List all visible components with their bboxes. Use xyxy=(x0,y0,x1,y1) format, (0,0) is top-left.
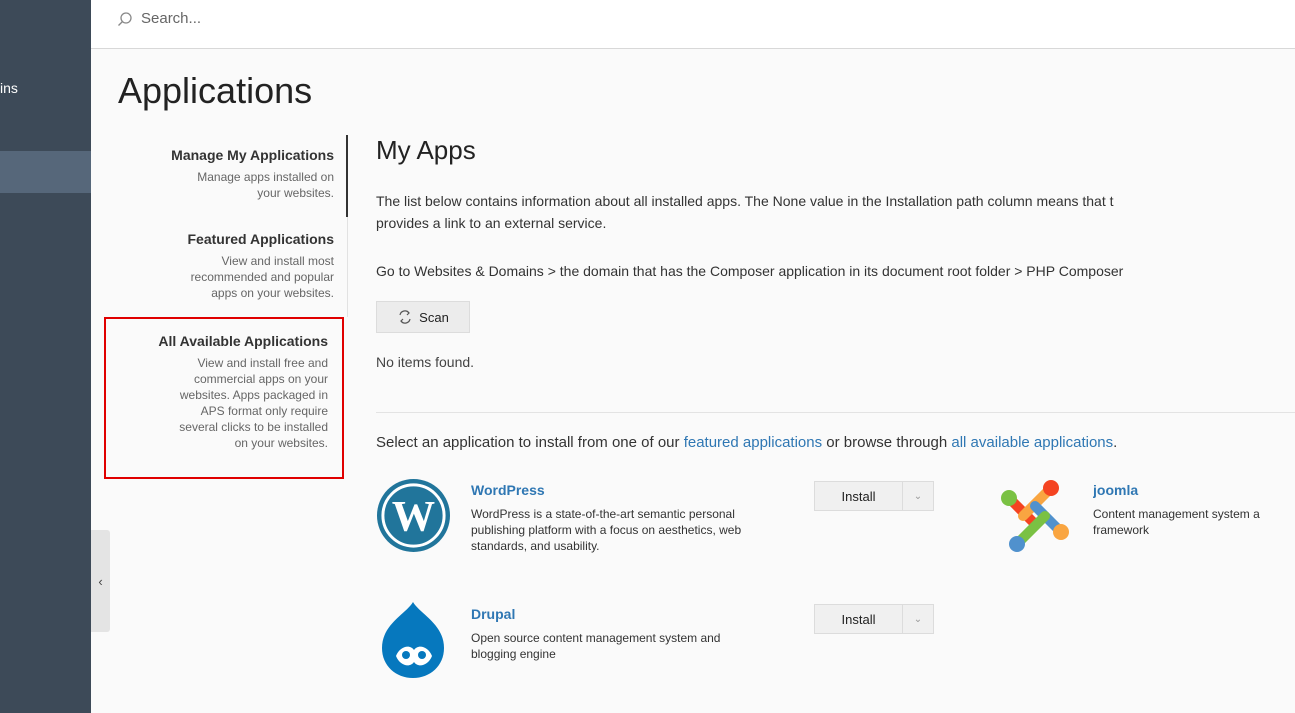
search-input[interactable] xyxy=(139,9,443,28)
drupal-logo-icon xyxy=(382,602,444,678)
nav-item-all-available-applications[interactable]: All Available Applications View and inst… xyxy=(104,317,344,479)
active-indicator xyxy=(346,135,348,217)
desc-line: on your websites. xyxy=(234,436,328,450)
section-divider xyxy=(376,412,1295,413)
desc-line: blogging engine xyxy=(471,647,556,661)
install-button[interactable]: Install xyxy=(815,482,903,510)
nav-item-title: Featured Applications xyxy=(187,231,334,247)
desc-line: commercial apps on your xyxy=(193,372,328,386)
scan-label: Scan xyxy=(419,309,449,325)
scan-button[interactable]: Scan xyxy=(376,301,470,333)
desc-line: publishing platform with a focus on aest… xyxy=(471,523,742,537)
rail-item-label[interactable]: ins xyxy=(0,80,18,96)
desc-line: framework xyxy=(1093,523,1150,537)
text-line: provides a link to an external service. xyxy=(376,215,607,231)
install-button[interactable]: Install xyxy=(815,605,903,633)
rail-item-active[interactable] xyxy=(0,151,91,193)
desc-line: Manage apps installed on xyxy=(197,170,334,184)
refresh-icon xyxy=(399,310,411,324)
text-part: or browse through xyxy=(822,434,952,451)
chevron-left-icon: ‹ xyxy=(98,573,103,589)
section-heading: My Apps xyxy=(376,135,476,165)
app-description: Open source content management system an… xyxy=(471,630,816,662)
main-content: My Apps The list below contains informat… xyxy=(376,135,1295,678)
select-application-text: Select an application to install from on… xyxy=(376,434,1117,451)
app-description: WordPress is a state-of-the-art semantic… xyxy=(471,506,816,554)
desc-line: Content management system a xyxy=(1093,507,1260,521)
text-part: . xyxy=(1113,434,1118,451)
page-title: Applications xyxy=(118,70,313,111)
desc-line: apps on your websites. xyxy=(211,286,334,300)
featured-applications-link[interactable]: featured applications xyxy=(684,434,822,451)
text-line: The list below contains information abou… xyxy=(376,193,1114,209)
search-icon xyxy=(118,11,132,26)
desc-line: websites. Apps packaged in xyxy=(179,388,328,402)
desc-line: standards, and usability. xyxy=(471,539,600,553)
desc-line: APS format only require xyxy=(200,404,328,418)
nav-item-featured-applications[interactable]: Featured Applications View and install m… xyxy=(187,229,334,301)
app-description: Content management system a framework xyxy=(1093,506,1295,538)
nav-item-manage-my-applications[interactable]: Manage My Applications Manage apps insta… xyxy=(171,145,334,201)
nav-item-description: Manage apps installed on your websites. xyxy=(171,169,334,201)
joomla-logo-icon xyxy=(1001,480,1069,552)
chevron-down-icon[interactable]: ⌄ xyxy=(903,482,933,510)
collapse-sidebar-button[interactable]: ‹ xyxy=(91,530,110,632)
desc-line: recommended and popular xyxy=(190,270,334,284)
text-part: Select an application to install from on… xyxy=(376,434,684,451)
desc-line: Open source content management system an… xyxy=(471,631,721,645)
nav-item-title: All Available Applications xyxy=(158,333,328,349)
desc-line: View and install most xyxy=(221,254,335,268)
desc-line: your websites. xyxy=(257,186,334,200)
install-split-button-drupal: Install ⌄ xyxy=(814,604,934,634)
nav-item-description: View and install free and commercial app… xyxy=(106,355,328,451)
search-box xyxy=(117,9,443,28)
app-name-link[interactable]: WordPress xyxy=(471,482,816,498)
desc-line: View and install free and xyxy=(197,356,328,370)
composer-hint: Go to Websites & Domains > the domain th… xyxy=(376,263,1124,279)
wordpress-logo-icon: W xyxy=(376,478,451,553)
top-bar xyxy=(91,0,1295,49)
left-rail: ins xyxy=(0,0,91,713)
all-available-applications-link[interactable]: all available applications xyxy=(951,434,1113,451)
nav-item-title: Manage My Applications xyxy=(171,147,334,163)
nav-item-description: View and install most recommended and po… xyxy=(187,253,334,301)
desc-line: several clicks to be installed xyxy=(179,420,328,434)
svg-text:W: W xyxy=(392,492,435,540)
intro-text: The list below contains information abou… xyxy=(376,190,1114,234)
app-name-link[interactable]: joomla xyxy=(1093,482,1295,498)
app-name-link[interactable]: Drupal xyxy=(471,606,816,622)
desc-line: WordPress is a state-of-the-art semantic… xyxy=(471,507,735,521)
install-split-button-wordpress: Install ⌄ xyxy=(814,481,934,511)
nav-divider xyxy=(347,217,348,317)
empty-state-text: No items found. xyxy=(376,354,475,370)
chevron-down-icon[interactable]: ⌄ xyxy=(903,605,933,633)
